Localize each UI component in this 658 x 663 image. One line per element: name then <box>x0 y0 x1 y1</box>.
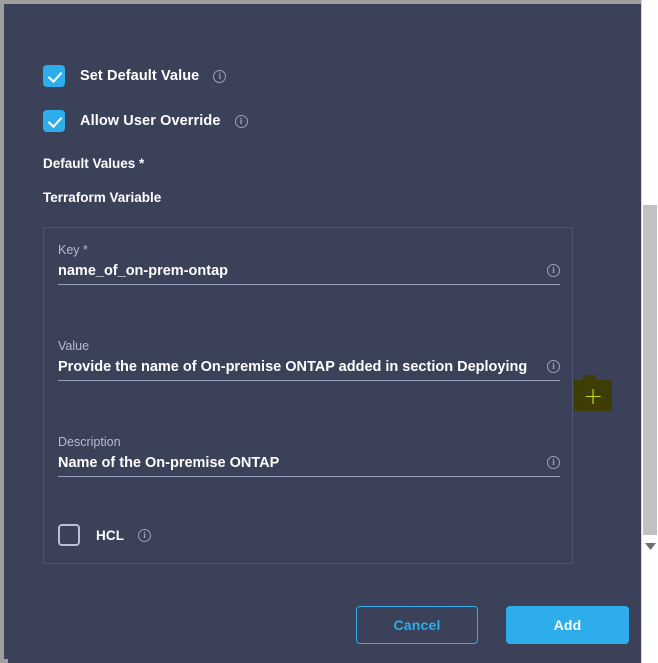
key-field-label: Key * <box>58 243 560 257</box>
vertical-scrollbar[interactable] <box>641 0 658 663</box>
set-default-value-checkbox[interactable] <box>43 65 65 87</box>
scrollbar-thumb[interactable] <box>643 205 658 535</box>
value-input[interactable]: Provide the name of On-premise ONTAP add… <box>58 359 560 381</box>
hcl-row[interactable]: HCL i <box>58 524 151 546</box>
chevron-down-icon[interactable] <box>644 540 657 553</box>
description-info-icon[interactable]: i <box>547 456 560 469</box>
terraform-variable-heading: Terraform Variable <box>43 190 161 205</box>
set-default-value-info-icon[interactable]: i <box>213 70 226 83</box>
set-default-value-row[interactable]: Set Default Value i <box>43 65 226 87</box>
terraform-variable-card: Key * name_of_on-prem-ontap i Value Prov… <box>43 227 573 564</box>
add-variable-button[interactable]: + <box>574 380 612 411</box>
add-button[interactable]: Add <box>506 606 629 644</box>
value-info-icon[interactable]: i <box>547 360 560 373</box>
dialog-surface: Set Default Value i Allow User Override … <box>0 0 641 663</box>
hcl-info-icon[interactable]: i <box>138 529 151 542</box>
key-input[interactable]: name_of_on-prem-ontap i <box>58 263 560 285</box>
hcl-checkbox[interactable] <box>58 524 80 546</box>
value-field-group: Value Provide the name of On-premise ONT… <box>58 339 560 381</box>
description-field-group: Description Name of the On-premise ONTAP… <box>58 435 560 477</box>
hcl-label: HCL <box>96 528 124 543</box>
set-default-value-label: Set Default Value <box>80 68 199 84</box>
key-info-icon[interactable]: i <box>547 264 560 277</box>
allow-user-override-info-icon[interactable]: i <box>235 115 248 128</box>
cancel-button[interactable]: Cancel <box>356 606 478 644</box>
key-input-value: name_of_on-prem-ontap <box>58 263 539 279</box>
description-input[interactable]: Name of the On-premise ONTAP i <box>58 455 560 477</box>
value-input-value: Provide the name of On-premise ONTAP add… <box>58 359 539 375</box>
key-field-group: Key * name_of_on-prem-ontap i <box>58 243 560 285</box>
allow-user-override-checkbox[interactable] <box>43 110 65 132</box>
default-values-heading: Default Values * <box>43 156 144 171</box>
dialog-footer: Cancel Add <box>8 606 641 646</box>
dialog-window: Set Default Value i Allow User Override … <box>0 0 658 663</box>
description-field-label: Description <box>58 435 560 449</box>
value-field-label: Value <box>58 339 560 353</box>
allow-user-override-row[interactable]: Allow User Override i <box>43 110 248 132</box>
allow-user-override-label: Allow User Override <box>80 113 221 129</box>
description-input-value: Name of the On-premise ONTAP <box>58 455 539 471</box>
plus-icon: + <box>574 380 612 411</box>
dialog-body: Set Default Value i Allow User Override … <box>8 8 641 663</box>
